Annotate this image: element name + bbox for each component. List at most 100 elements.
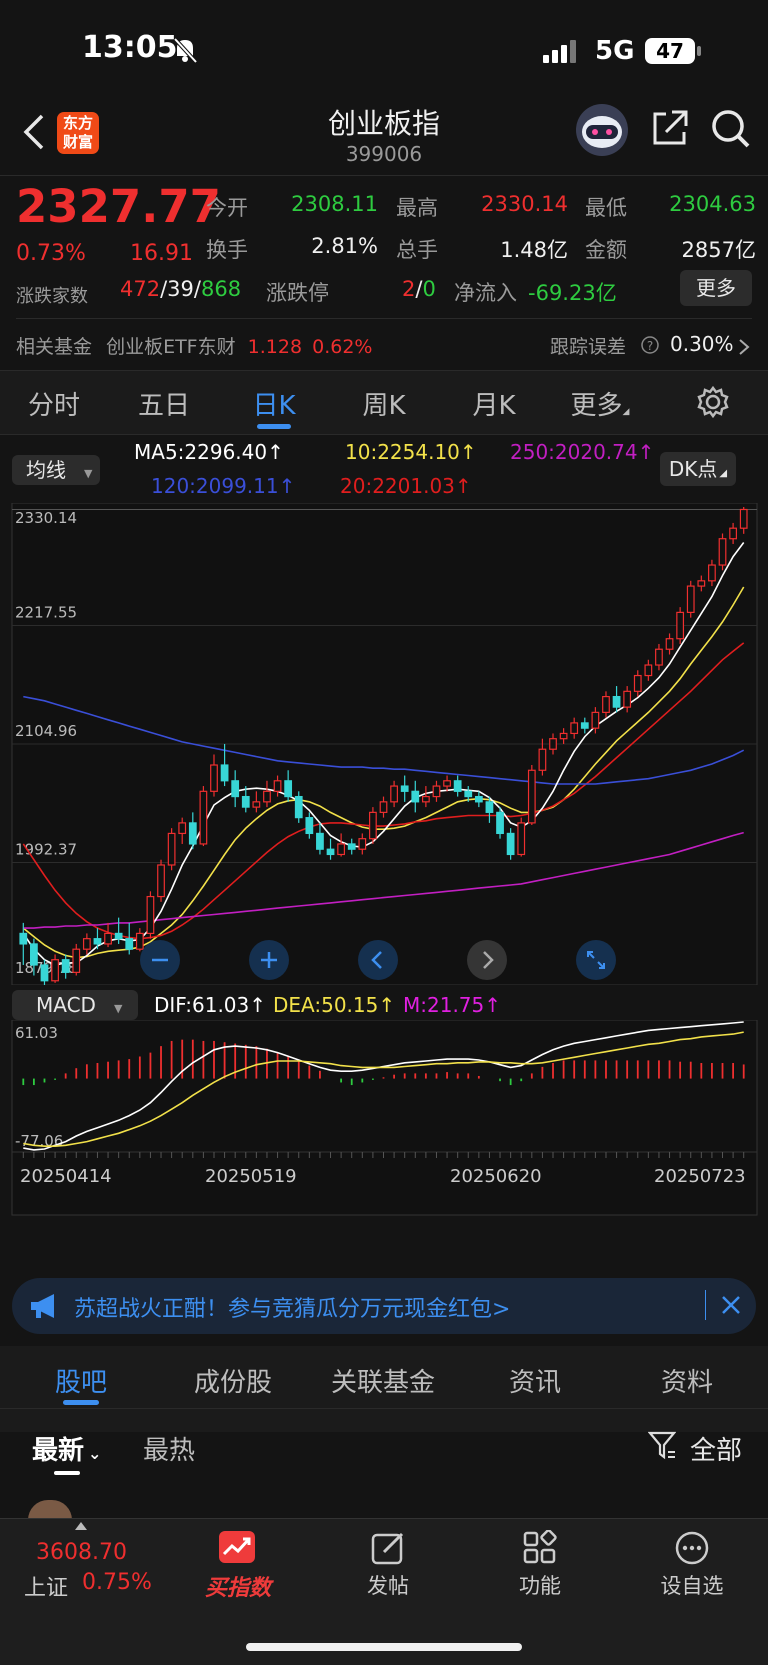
macd-selector-label: MACD xyxy=(36,993,96,1017)
grid-apps-icon xyxy=(523,1530,557,1564)
period-tab-0[interactable]: 分时 xyxy=(4,385,104,422)
candle-body xyxy=(30,943,38,966)
fund-pct: 0.62% xyxy=(312,336,373,358)
caret-up-icon xyxy=(75,1522,87,1530)
avatar[interactable] xyxy=(28,1500,72,1520)
dropdown-icon: ▼ xyxy=(113,1002,123,1015)
candle-body xyxy=(104,932,112,945)
breadth-label: 涨跌家数 xyxy=(16,286,88,307)
macd-y-tick: 61.03 xyxy=(15,1024,58,1042)
sort-underline xyxy=(54,1471,80,1475)
dk-point-button[interactable]: DK点 ◢ xyxy=(660,452,736,486)
high-label: 最高 xyxy=(396,196,438,220)
ma10-legend: 10:2254.10↑ xyxy=(345,440,477,464)
candle-body xyxy=(559,732,568,740)
period-tab-3[interactable]: 周K xyxy=(334,385,434,422)
candle-body xyxy=(633,674,642,692)
dea-legend: DEA:50.15↑ xyxy=(273,993,396,1017)
dropdown-icon: ▼ xyxy=(84,467,93,480)
home-indicator xyxy=(246,1643,522,1651)
more-dots-icon xyxy=(675,1531,709,1565)
more-button[interactable]: 更多 xyxy=(680,270,752,306)
buy-index-button[interactable]: 买指数 xyxy=(196,1528,276,1618)
settings-gear-icon[interactable] xyxy=(696,385,730,419)
amount-value: 2857亿 xyxy=(681,238,756,262)
candle-body xyxy=(305,817,314,835)
ma20-legend: 20:2201.03↑ xyxy=(340,474,472,498)
period-tab-1[interactable]: 五日 xyxy=(114,385,214,422)
close-icon[interactable] xyxy=(720,1294,742,1316)
candle-body xyxy=(591,711,600,729)
period-tab-4[interactable]: 月K xyxy=(444,385,544,422)
candle-body xyxy=(697,580,706,587)
content-tab-1[interactable]: 成份股 xyxy=(163,1362,303,1399)
search-icon[interactable] xyxy=(710,108,752,150)
candle-body xyxy=(51,959,59,982)
candle-body xyxy=(474,795,483,803)
macd-chart[interactable]: 61.03 -77.06 20250414 20250519 20250620 20250… xyxy=(0,1020,768,1265)
bell-muted-icon xyxy=(173,37,198,64)
candle-body xyxy=(369,811,377,840)
help-icon[interactable]: ? xyxy=(640,335,660,355)
candle-body xyxy=(252,801,261,808)
candle-body xyxy=(390,785,398,803)
sh-index-pct[interactable]: 0.75% xyxy=(82,1570,152,1595)
next-icon[interactable] xyxy=(467,940,507,980)
function-button[interactable]: 功能 xyxy=(500,1528,580,1618)
robot-avatar-icon[interactable] xyxy=(574,102,630,158)
candle-body xyxy=(665,638,674,650)
period-tab-underline xyxy=(257,424,291,429)
change-percent: 0.73% xyxy=(16,241,86,266)
add-watchlist-button[interactable]: 设自选 xyxy=(650,1528,734,1618)
candle-body xyxy=(146,895,155,935)
candle-body xyxy=(220,764,229,782)
y-tick-label: 2217.55 xyxy=(15,604,77,622)
filter-all[interactable]: 全部 xyxy=(690,1430,742,1467)
ma5-legend: MA5:2296.40↑ xyxy=(134,440,284,464)
banner-text: 苏超战火正酣！参与竞猜瓜分万元现金红包> xyxy=(74,1297,511,1322)
candle-body xyxy=(623,690,632,708)
candle-body xyxy=(337,843,346,856)
high-value: 2330.14 xyxy=(481,192,568,216)
content-tab-4[interactable]: 资料 xyxy=(617,1362,757,1399)
related-fund-row[interactable]: 相关基金 创业板ETF东财 1.128 0.62% xyxy=(16,332,372,359)
candle-body xyxy=(432,785,441,798)
sort-newest[interactable]: 最新 ⌄ xyxy=(32,1430,101,1467)
macd-selector[interactable]: MACD ▼ xyxy=(12,990,138,1020)
corner-triangle-icon: ◢ xyxy=(622,407,630,417)
content-tab-0[interactable]: 股吧 xyxy=(11,1362,151,1399)
edit-icon xyxy=(371,1532,404,1565)
open-label: 今开 xyxy=(206,196,248,220)
candlestick-chart[interactable]: 2330.142217.552104.961992.371879.78 xyxy=(0,503,768,985)
period-tab-2[interactable]: 日K xyxy=(224,385,324,422)
candle-body xyxy=(210,764,218,792)
filter-icon[interactable] xyxy=(648,1430,676,1460)
buy-index-label: 买指数 xyxy=(204,1576,271,1601)
content-tab-3[interactable]: 资讯 xyxy=(465,1362,605,1399)
sh-index-name[interactable]: 上证 xyxy=(24,1570,68,1602)
share-icon[interactable] xyxy=(650,108,690,148)
chevron-right-icon[interactable] xyxy=(738,338,750,356)
candle-body xyxy=(199,790,208,845)
zoom-in-icon[interactable] xyxy=(249,940,289,980)
candle-body xyxy=(241,795,250,808)
candle-body xyxy=(527,769,536,824)
candle-body xyxy=(167,832,176,866)
post-button[interactable]: 发帖 xyxy=(348,1528,428,1618)
candle-body xyxy=(347,843,356,850)
sort-hottest[interactable]: 最热 xyxy=(143,1430,195,1467)
prev-icon[interactable] xyxy=(358,940,398,980)
zoom-out-icon[interactable] xyxy=(140,940,180,980)
candle-body xyxy=(284,780,293,798)
amount-label: 金额 xyxy=(585,238,627,262)
candle-body xyxy=(686,585,695,613)
sh-index-value[interactable]: 3608.70 xyxy=(36,1540,127,1565)
candle-body xyxy=(453,780,462,792)
promo-banner[interactable]: 苏超战火正酣！参与竞猜瓜分万元现金红包> xyxy=(12,1278,756,1334)
content-tab-2[interactable]: 关联基金 xyxy=(313,1362,453,1399)
candle-body xyxy=(506,832,515,856)
ma-selector[interactable]: 均线 ▼ xyxy=(12,455,100,485)
period-tab-5[interactable]: 更多◢ xyxy=(550,385,650,422)
fullscreen-icon[interactable] xyxy=(576,940,616,980)
candle-body xyxy=(61,959,70,973)
